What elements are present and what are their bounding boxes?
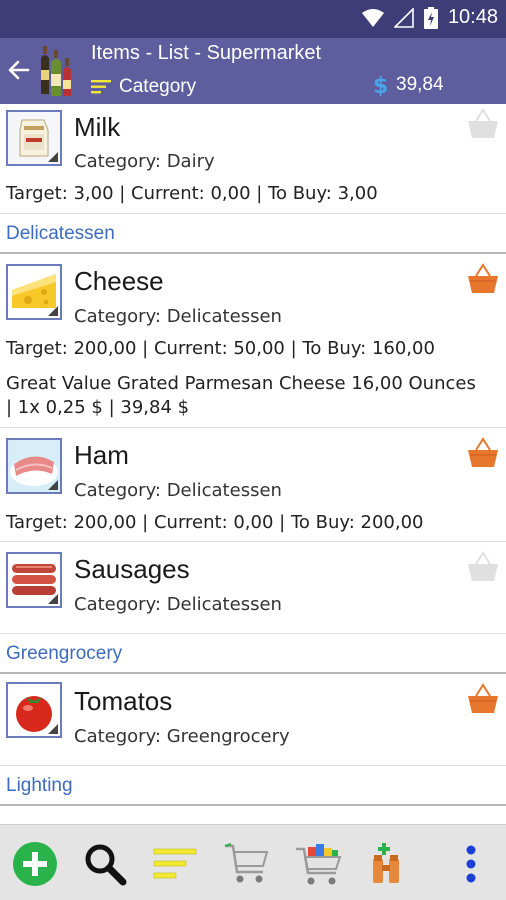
item-name: Milk (74, 112, 121, 142)
more-options-button[interactable] (446, 839, 496, 889)
item-category: Category: Delicatessen (74, 306, 282, 327)
search-icon (85, 844, 127, 886)
basket-icon[interactable] (466, 436, 500, 470)
sort-lines-icon (91, 80, 111, 94)
total-value: 39,84 (396, 74, 444, 95)
battery-icon (423, 6, 438, 29)
item-name: Ham (74, 440, 129, 470)
item-product: Great Value Grated Parmesan Cheese 16,00… (6, 373, 476, 394)
list-item-ham[interactable]: Ham Category: Delicatessen Target: 200,0… (0, 428, 506, 542)
item-category: Category: Dairy (74, 151, 215, 172)
app-title: Items - List - Supermarket (91, 42, 322, 64)
sort-selector[interactable]: Category (91, 76, 196, 98)
item-list[interactable]: Milk Category: Dairy Target: 3,00 | Curr… (0, 104, 506, 816)
item-thumbnail[interactable] (6, 438, 62, 494)
search-button[interactable] (80, 839, 130, 889)
total-amount: $ 39,84 (372, 72, 444, 98)
svg-text:$: $ (373, 74, 388, 98)
item-thumbnail[interactable] (6, 552, 62, 608)
section-header-greengrocery: Greengrocery (0, 634, 506, 674)
item-thumbnail[interactable] (6, 110, 62, 166)
signal-icon (393, 7, 414, 28)
status-icons: 10:48 (361, 6, 498, 29)
list-item-milk[interactable]: Milk Category: Dairy Target: 3,00 | Curr… (0, 104, 506, 214)
item-stock: Target: 200,00 | Current: 50,00 | To Buy… (6, 338, 435, 359)
section-header-delicatessen: Delicatessen (0, 214, 506, 254)
bottom-toolbar (0, 824, 506, 900)
dollar-icon: $ (373, 74, 388, 98)
empty-cart-icon (224, 843, 269, 883)
back-arrow-icon[interactable] (6, 54, 32, 86)
section-label: Greengrocery (6, 643, 123, 664)
sort-icon (153, 848, 197, 879)
app-bar: Items - List - Supermarket Category $ 39… (0, 38, 506, 104)
item-name: Sausages (74, 554, 190, 584)
item-category: Category: Greengrocery (74, 726, 290, 747)
item-name: Cheese (74, 266, 164, 296)
find-add-button[interactable] (362, 839, 412, 889)
list-item-sausages[interactable]: Sausages Category: Delicatessen (0, 542, 506, 634)
list-item-tomatos[interactable]: Tomatos Category: Greengrocery (0, 674, 506, 766)
basket-icon[interactable] (466, 682, 500, 716)
filled-cart-button[interactable] (294, 839, 344, 889)
item-thumbnail[interactable] (6, 682, 62, 738)
more-vert-icon (466, 845, 476, 883)
sort-button[interactable] (150, 839, 200, 889)
item-product-price: | 1x 0,25 $ | 39,84 $ (6, 397, 190, 418)
item-stock: Target: 3,00 | Current: 0,00 | To Buy: 3… (6, 183, 378, 204)
add-button[interactable] (10, 839, 60, 889)
section-header-lighting: Lighting (0, 766, 506, 806)
status-time: 10:48 (447, 6, 498, 28)
item-thumbnail[interactable] (6, 264, 62, 320)
basket-icon[interactable] (466, 107, 500, 141)
section-label: Lighting (6, 775, 73, 796)
full-cart-icon (296, 844, 342, 885)
cart-button[interactable] (222, 839, 272, 889)
section-label: Delicatessen (6, 223, 115, 244)
item-category: Category: Delicatessen (74, 594, 282, 615)
add-icon (13, 842, 57, 886)
item-category: Category: Delicatessen (74, 480, 282, 501)
list-item-cheese[interactable]: Cheese Category: Delicatessen Target: 20… (0, 254, 506, 428)
basket-icon[interactable] (466, 550, 500, 584)
wifi-icon (361, 8, 384, 27)
binoculars-add-icon (373, 843, 399, 883)
status-bar: 10:48 (0, 0, 506, 38)
item-stock: Target: 200,00 | Current: 0,00 | To Buy:… (6, 512, 424, 533)
bottles-icon (41, 46, 71, 96)
sort-label: Category (119, 76, 197, 97)
basket-icon[interactable] (466, 262, 500, 296)
item-name: Tomatos (74, 686, 173, 716)
